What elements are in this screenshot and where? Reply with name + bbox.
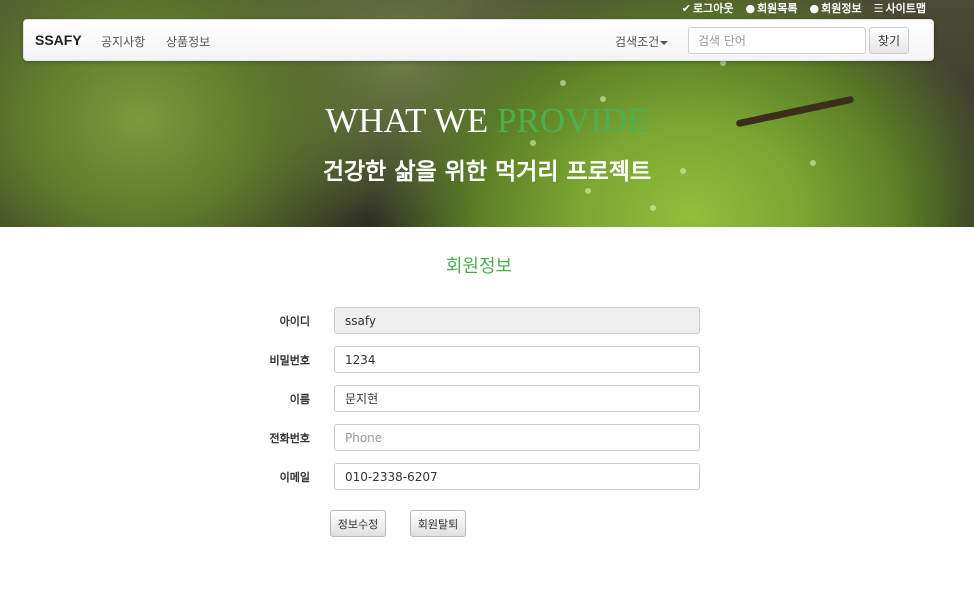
email-field[interactable] xyxy=(334,463,700,490)
sitemap-link[interactable]: ☰ 사이트맵 xyxy=(873,0,926,15)
nav-notice[interactable]: 공지사항 xyxy=(101,33,145,50)
name-field[interactable] xyxy=(334,385,700,412)
list-icon: ☰ xyxy=(873,2,884,15)
search-input[interactable] xyxy=(688,27,866,54)
utility-links: ✔ 로그아웃 ● 회원목록 ● 회원정보 ☰ 사이트맵 xyxy=(681,0,926,15)
hero-title-white: WHAT WE xyxy=(325,101,498,140)
member-list-label: 회원목록 xyxy=(757,2,798,15)
phone-label: 전화번호 xyxy=(269,432,310,445)
search-condition-label: 검색조건 xyxy=(615,35,660,49)
id-field[interactable] xyxy=(334,307,700,334)
member-list-link[interactable]: ● 회원목록 xyxy=(745,0,798,15)
hero-title-accent: PROVIDE xyxy=(497,101,649,140)
hero-title: WHAT WE PROVIDE xyxy=(0,101,974,141)
water-droplet xyxy=(650,205,656,211)
hero-subtitle: 건강한 삶을 위한 먹거리 프로젝트 xyxy=(322,159,652,185)
form-row-password: 비밀번호 xyxy=(250,346,700,373)
form-row-name: 이름 xyxy=(250,385,700,412)
brand-logo[interactable]: SSAFY xyxy=(35,32,82,48)
password-label: 비밀번호 xyxy=(269,354,310,367)
check-icon: ✔ xyxy=(681,2,691,15)
sitemap-label: 사이트맵 xyxy=(885,2,926,15)
update-info-button[interactable]: 정보수정 xyxy=(330,510,386,537)
member-info-label: 회원정보 xyxy=(821,2,862,15)
form-row-email: 이메일 xyxy=(250,463,700,490)
water-droplet xyxy=(585,188,591,194)
search-button[interactable]: 찾기 xyxy=(869,27,909,54)
search-condition-dropdown[interactable]: 검색조건 xyxy=(615,33,669,50)
nav-products[interactable]: 상품정보 xyxy=(166,33,210,50)
user-icon: ● xyxy=(745,2,756,15)
water-droplet xyxy=(560,80,566,86)
page-title: 회원정보 xyxy=(445,256,513,277)
form-row-phone: 전화번호 xyxy=(250,424,700,451)
caret-down-icon xyxy=(660,40,669,45)
navbar: SSAFY 공지사항 상품정보 검색조건 찾기 xyxy=(23,19,934,61)
logout-link[interactable]: ✔ 로그아웃 xyxy=(681,0,734,15)
phone-field[interactable] xyxy=(334,424,700,451)
password-field[interactable] xyxy=(334,346,700,373)
hero-banner: ✔ 로그아웃 ● 회원목록 ● 회원정보 ☰ 사이트맵 SSAFY 공지사항 상품정보 … xyxy=(0,0,974,227)
id-label: 아이디 xyxy=(279,315,310,328)
name-label: 이름 xyxy=(289,393,310,406)
email-label: 이메일 xyxy=(279,471,310,484)
withdraw-button[interactable]: 회원탈퇴 xyxy=(410,510,466,537)
member-info-link[interactable]: ● 회원정보 xyxy=(809,0,862,15)
form-row-id: 아이디 xyxy=(250,307,700,334)
logout-label: 로그아웃 xyxy=(692,2,734,15)
user-icon: ● xyxy=(809,2,820,15)
